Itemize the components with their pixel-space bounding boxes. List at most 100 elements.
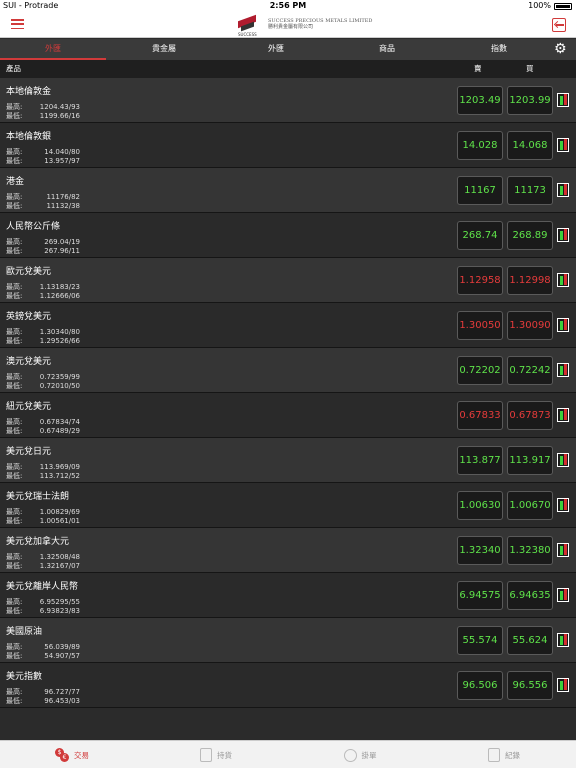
chart-icon[interactable] [557,228,569,242]
sell-price-button[interactable]: 1.32340 [457,536,503,565]
day-low: 最低: 1.29526/66 [6,336,80,346]
chart-icon[interactable] [557,183,569,197]
buy-price-button[interactable]: 0.67873 [507,401,553,430]
sell-price-button[interactable]: 268.74 [457,221,503,250]
sell-price-button[interactable]: 0.67833 [457,401,503,430]
buy-price-button[interactable]: 1.30090 [507,311,553,340]
quote-row[interactable]: 港金 最高: 11176/82 最低: 11132/38 11167 11173 [0,168,576,213]
logout-icon[interactable] [552,18,566,32]
chart-icon[interactable] [557,588,569,602]
high-value: 269.04/19 [44,238,80,246]
chart-icon[interactable] [557,363,569,377]
holdings-document-icon [200,748,212,762]
day-low: 最低: 13.957/97 [6,156,80,166]
chart-icon[interactable] [557,93,569,107]
day-low: 最低: 113.712/52 [6,471,80,481]
nav-records[interactable]: 紀錄 [432,741,576,768]
buy-price-button[interactable]: 14.068 [507,131,553,160]
tab-forex-active[interactable]: 外匯 [0,39,106,60]
tab-indices[interactable]: 指數 [444,39,554,60]
buy-price-button[interactable]: 1.12998 [507,266,553,295]
nav-pending-label: 掛單 [361,750,377,760]
quote-list: 本地倫敦金 最高: 1204.43/93 最低: 1199.66/16 1203.49 12… [0,78,576,708]
chart-icon[interactable] [557,453,569,467]
sell-price-button[interactable]: 1.00630 [457,491,503,520]
quote-row[interactable]: 美元指數 最高: 96.727/77 最低: 96.453/03 96.506 96.556 [0,663,576,708]
chart-icon[interactable] [557,408,569,422]
sell-price-button[interactable]: 6.94575 [457,581,503,610]
quote-row[interactable]: 歐元兌美元 最高: 1.13183/23 最低: 1.12666/06 1.12958 1.… [0,258,576,303]
buy-price-button[interactable]: 11173 [507,176,553,205]
high-value: 1204.43/93 [39,103,80,111]
clock-label: 2:56 PM [269,1,307,10]
tab-precious-metals[interactable]: 貴金屬 [106,39,222,60]
sell-price-button[interactable]: 1.30050 [457,311,503,340]
quote-row[interactable]: 英鎊兌美元 最高: 1.30340/80 最低: 1.29526/66 1.30050 1.… [0,303,576,348]
nav-pending-orders[interactable]: 掛單 [288,741,432,768]
high-value: 0.67834/74 [39,418,80,426]
logo-brand-text: SUCCESS [238,32,257,37]
quote-row[interactable]: 澳元兌美元 最高: 0.72359/99 最低: 0.72010/50 0.72202 0.… [0,348,576,393]
sell-price-button[interactable]: 14.028 [457,131,503,160]
chart-icon[interactable] [557,678,569,692]
nav-holdings[interactable]: 持貨 [144,741,288,768]
low-label: 最低: [6,112,23,120]
buy-price-button[interactable]: 1203.99 [507,86,553,115]
chart-icon[interactable] [557,543,569,557]
records-document-icon [488,748,500,762]
tab-commodities[interactable]: 商品 [330,39,444,60]
chart-icon[interactable] [557,498,569,512]
sell-price-button[interactable]: 11167 [457,176,503,205]
chart-icon[interactable] [557,273,569,287]
sell-price-button[interactable]: 96.506 [457,671,503,700]
day-low: 最低: 0.67489/29 [6,426,80,436]
quote-row[interactable]: 人民幣公斤條 最高: 269.04/19 最低: 267.96/11 268.74 268.… [0,213,576,258]
high-value: 56.039/89 [44,643,80,651]
low-label: 最低: [6,247,23,255]
chart-icon[interactable] [557,318,569,332]
day-low: 最低: 96.453/03 [6,696,80,706]
quote-row[interactable]: 美元兌瑞士法朗 最高: 1.00829/69 最低: 1.00561/01 1.00630… [0,483,576,528]
low-label: 最低: [6,202,23,210]
low-label: 最低: [6,292,23,300]
buy-price-button[interactable]: 1.00670 [507,491,553,520]
quote-row[interactable]: 美元兌加拿大元 最高: 1.32508/48 最低: 1.32167/07 1.32340… [0,528,576,573]
low-label: 最低: [6,157,23,165]
low-value: 13.957/97 [44,157,80,165]
buy-price-button[interactable]: 55.624 [507,626,553,655]
sell-price-button[interactable]: 0.72202 [457,356,503,385]
buy-price-button[interactable]: 0.72242 [507,356,553,385]
chart-icon[interactable] [557,138,569,152]
quote-row[interactable]: 紐元兌美元 最高: 0.67834/74 最低: 0.67489/29 0.67833 0.… [0,393,576,438]
quote-row[interactable]: 本地倫敦金 最高: 1204.43/93 最低: 1199.66/16 1203.49 12… [0,78,576,123]
nav-trade[interactable]: $ € 交易 [0,741,144,768]
buy-price-button[interactable]: 113.917 [507,446,553,475]
quote-row[interactable]: 美元兌日元 最高: 113.969/09 最低: 113.712/52 113.877 11… [0,438,576,483]
battery-icon [554,2,572,10]
buy-price-button[interactable]: 268.89 [507,221,553,250]
sell-price-button[interactable]: 1203.49 [457,86,503,115]
buy-price-button[interactable]: 96.556 [507,671,553,700]
tab-forex[interactable]: 外匯 [222,39,330,60]
sell-price-button[interactable]: 1.12958 [457,266,503,295]
quote-row[interactable]: 美元兌離岸人民幣 最高: 6.95295/55 最低: 6.93823/83 6.9457… [0,573,576,618]
high-value: 1.13183/23 [39,283,80,291]
day-low: 最低: 267.96/11 [6,246,80,256]
day-low: 最低: 54.907/57 [6,651,80,661]
buy-price-button[interactable]: 1.32380 [507,536,553,565]
buy-price-button[interactable]: 6.94635 [507,581,553,610]
sell-price-button[interactable]: 55.574 [457,626,503,655]
low-value: 0.72010/50 [39,382,80,390]
chart-icon[interactable] [557,633,569,647]
hamburger-menu-icon[interactable] [11,19,24,30]
low-value: 1199.66/16 [39,112,80,120]
logo-chinese-name: 勝利貴金屬有限公司 [268,24,314,30]
app-header: SUCCESS PRECIOUS METALS LIMITED 勝利貴金屬有限公… [0,12,576,38]
bottom-nav: $ € 交易 持貨 掛單 紀錄 [0,740,576,768]
quote-row[interactable]: 本地倫敦銀 最高: 14.040/80 最低: 13.957/97 14.028 14.06… [0,123,576,168]
product-name: 美元兌離岸人民幣 [6,582,79,592]
day-low: 最低: 1199.66/16 [6,111,80,121]
quote-row[interactable]: 美國原油 最高: 56.039/89 最低: 54.907/57 55.574 55.624 [0,618,576,663]
sell-price-button[interactable]: 113.877 [457,446,503,475]
gear-icon[interactable]: ⚙ [554,42,568,56]
